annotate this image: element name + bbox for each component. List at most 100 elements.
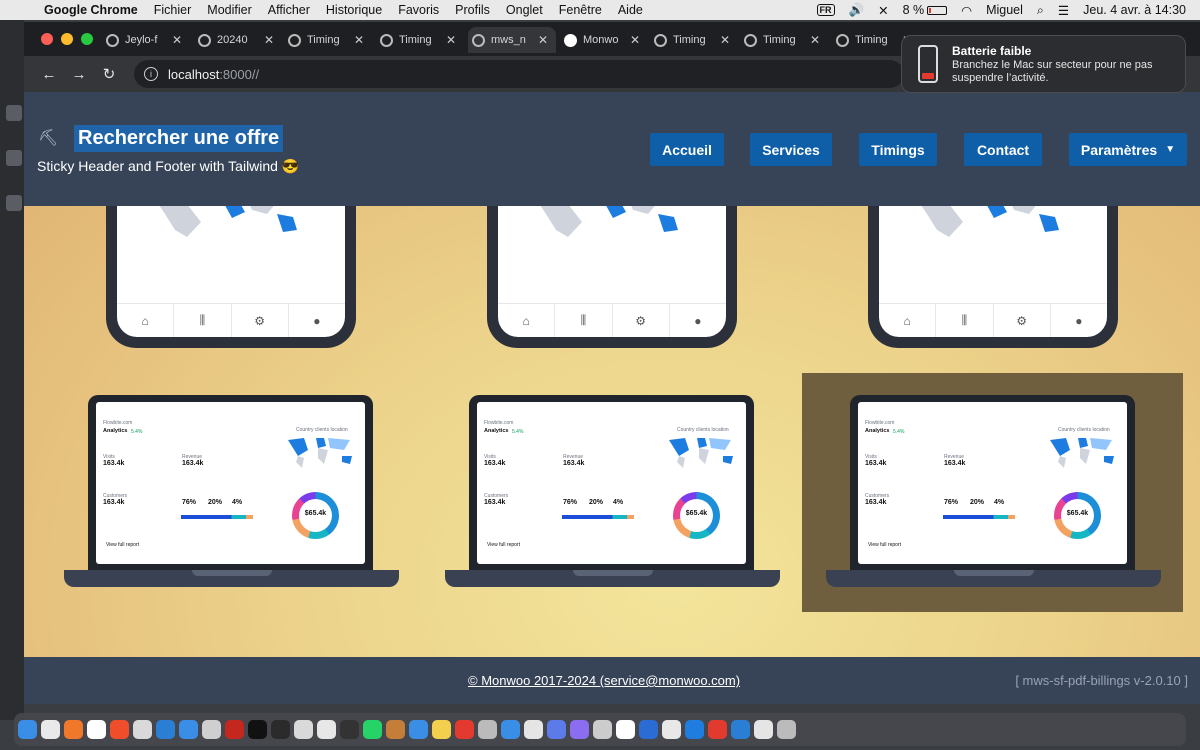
menu-modifier[interactable]: Modifier	[207, 3, 251, 17]
app-name-menu[interactable]: Google Chrome	[44, 3, 138, 17]
app-icon[interactable]	[708, 720, 727, 739]
page-viewport[interactable]: ⌂ ⫼ ⚙ ● ⌂ ⫼ ⚙ ● ⌂ ⫼ ⚙ ● Flowbite.com Ana…	[24, 92, 1200, 704]
close-tab-icon[interactable]: ✕	[172, 33, 182, 47]
control-center-icon[interactable]: ☰	[1058, 3, 1069, 18]
browser-tab[interactable]: Monwo ✕	[560, 27, 648, 53]
close-tab-icon[interactable]: ✕	[810, 33, 820, 47]
app-icon[interactable]	[455, 720, 474, 739]
user-icon[interactable]: ●	[289, 304, 345, 337]
volume-icon[interactable]: 🔊	[849, 3, 865, 18]
app-icon[interactable]	[386, 720, 405, 739]
minimize-window-button[interactable]	[61, 33, 73, 45]
menu-profils[interactable]: Profils	[455, 3, 490, 17]
user-name[interactable]: Miguel	[986, 3, 1023, 17]
mail-icon[interactable]	[409, 720, 428, 739]
page-title[interactable]: Rechercher une offre	[74, 125, 284, 152]
user-icon[interactable]: ●	[670, 304, 726, 337]
app-icon[interactable]	[340, 720, 359, 739]
close-tab-icon[interactable]: ✕	[446, 33, 456, 47]
browser-tab[interactable]: 20240 ✕	[194, 27, 282, 53]
app-icon[interactable]	[547, 720, 566, 739]
nav-timings-button[interactable]: Timings	[859, 133, 937, 166]
app-icon[interactable]	[616, 720, 635, 739]
gear-icon[interactable]: ⚙	[613, 304, 670, 337]
close-tab-icon[interactable]: ✕	[720, 33, 730, 47]
reload-icon[interactable]: ↻	[94, 65, 124, 83]
site-info-icon[interactable]: i	[144, 67, 158, 81]
browser-tab[interactable]: Jeylo-f ✕	[102, 27, 190, 53]
notes-icon[interactable]	[432, 720, 451, 739]
app-icon[interactable]	[501, 720, 520, 739]
app-icon[interactable]	[294, 720, 313, 739]
close-tab-icon[interactable]: ✕	[354, 33, 364, 47]
home-icon[interactable]: ⌂	[498, 304, 556, 337]
report-link[interactable]: View full report	[868, 542, 901, 548]
menu-fenetre[interactable]: Fenêtre	[559, 3, 602, 17]
browser-tab-active[interactable]: mws_n ✕	[468, 27, 556, 53]
browser-tab[interactable]: Timing ✕	[284, 27, 372, 53]
gear-icon[interactable]: ⚙	[994, 304, 1051, 337]
app-icon[interactable]	[593, 720, 612, 739]
menu-onglet[interactable]: Onglet	[506, 3, 543, 17]
wifi-icon[interactable]: ◠	[961, 3, 972, 18]
browser-tab[interactable]: Timing ✕	[376, 27, 464, 53]
zoom-window-button[interactable]	[81, 33, 93, 45]
home-icon[interactable]: ⌂	[117, 304, 175, 337]
browser-tab[interactable]: Timing ✕	[650, 27, 738, 53]
menu-favoris[interactable]: Favoris	[398, 3, 439, 17]
docker-icon[interactable]	[685, 720, 704, 739]
app-icon[interactable]	[570, 720, 589, 739]
app-icon[interactable]	[202, 720, 221, 739]
chrome-icon[interactable]	[41, 720, 60, 739]
firefox-icon[interactable]	[64, 720, 83, 739]
app-icon[interactable]	[133, 720, 152, 739]
url-text[interactable]: localhost:8000//	[168, 67, 259, 82]
sliders-icon[interactable]: ⫼	[936, 304, 994, 337]
low-battery-notification[interactable]: Batterie faible Branchez le Mac sur sect…	[901, 35, 1186, 93]
app-icon[interactable]	[639, 720, 658, 739]
app-icon[interactable]	[662, 720, 681, 739]
vscode-icon[interactable]	[156, 720, 175, 739]
app-icon[interactable]	[179, 720, 198, 739]
logo-icon[interactable]: ⛏	[38, 128, 60, 150]
documents-icon[interactable]	[754, 720, 773, 739]
app-icon[interactable]	[524, 720, 543, 739]
menu-fichier[interactable]: Fichier	[154, 3, 192, 17]
forward-icon[interactable]: →	[64, 66, 94, 83]
vscode-icon[interactable]	[731, 720, 750, 739]
bluetooth-off-icon[interactable]: ✕	[878, 3, 888, 18]
datetime[interactable]: Jeu. 4 avr. à 14:30	[1083, 3, 1186, 17]
browser-tab[interactable]: Timing ✕	[740, 27, 828, 53]
app-icon[interactable]	[271, 720, 290, 739]
search-icon[interactable]: ⌕	[1037, 3, 1044, 18]
report-link[interactable]: View full report	[106, 542, 139, 548]
brave-icon[interactable]	[110, 720, 129, 739]
copyright-link[interactable]: © Monwoo 2017-2024 (service@monwoo.com)	[468, 673, 740, 688]
gear-icon[interactable]: ⚙	[232, 304, 289, 337]
back-icon[interactable]: ←	[34, 66, 64, 83]
nav-services-button[interactable]: Services	[750, 133, 832, 166]
nav-contact-button[interactable]: Contact	[964, 133, 1042, 166]
menu-afficher[interactable]: Afficher	[268, 3, 310, 17]
laptop-mockup[interactable]: Flowbite.com Analytics 5.4% Visits 163.4…	[64, 395, 399, 590]
sliders-icon[interactable]: ⫼	[174, 304, 232, 337]
nav-parametres-dropdown[interactable]: Paramètres ▼	[1069, 133, 1187, 166]
address-bar[interactable]: i localhost:8000//	[134, 60, 904, 88]
report-link[interactable]: View full report	[487, 542, 520, 548]
close-tab-icon[interactable]: ✕	[630, 33, 640, 47]
app-icon[interactable]	[478, 720, 497, 739]
laptop-mockup-selected[interactable]: Flowbite.com Analytics 5.4% Visits 163.4…	[826, 395, 1161, 590]
menu-aide[interactable]: Aide	[618, 3, 643, 17]
terminal-icon[interactable]	[248, 720, 267, 739]
sliders-icon[interactable]: ⫼	[555, 304, 613, 337]
battery-indicator[interactable]: 8 %	[903, 3, 948, 17]
input-source-indicator[interactable]: FR	[816, 4, 835, 16]
trash-icon[interactable]	[777, 720, 796, 739]
menu-historique[interactable]: Historique	[326, 3, 382, 17]
close-window-button[interactable]	[41, 33, 53, 45]
app-icon[interactable]	[317, 720, 336, 739]
home-icon[interactable]: ⌂	[879, 304, 937, 337]
nav-accueil-button[interactable]: Accueil	[650, 133, 724, 166]
close-tab-icon[interactable]: ✕	[264, 33, 274, 47]
finder-icon[interactable]	[18, 720, 37, 739]
